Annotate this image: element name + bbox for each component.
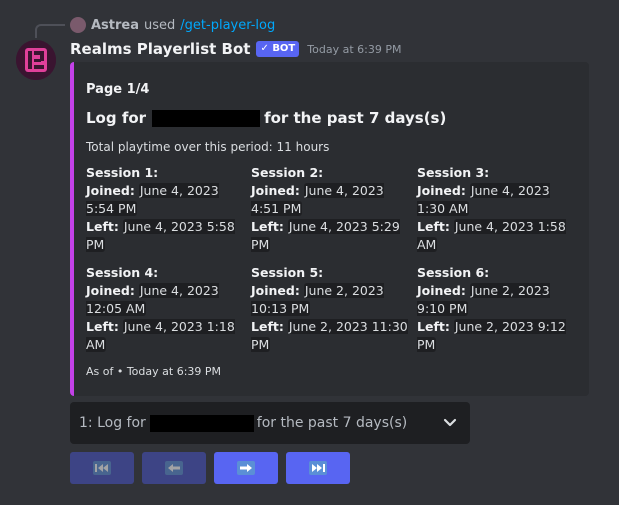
left-label: Left: <box>86 219 119 234</box>
left-label: Left: <box>251 219 284 234</box>
arrow-left-icon <box>165 461 183 475</box>
replied-user-avatar[interactable] <box>70 17 86 33</box>
session-name: Session 3: <box>417 165 490 180</box>
session-name: Session 1: <box>86 165 159 180</box>
previous-page-button[interactable] <box>142 452 206 484</box>
embed-title-prefix: Log for <box>86 109 147 127</box>
session-field: Session 3: Joined: June 4, 2023 1:30 AM … <box>417 164 575 254</box>
left-label: Left: <box>417 219 450 234</box>
bot-tag: ✓ BOT <box>256 41 300 57</box>
first-page-button[interactable] <box>70 452 134 484</box>
reply-context[interactable]: Astrea used /get-player-log <box>70 16 275 34</box>
log-embed: Page 1/4 Log for for the past 7 days(s) … <box>70 62 589 396</box>
joined-label: Joined: <box>251 183 300 198</box>
embed-title: Log for for the past 7 days(s) <box>86 109 446 127</box>
joined-label: Joined: <box>417 283 466 298</box>
last-page-button[interactable] <box>286 452 350 484</box>
bot-name[interactable]: Realms Playerlist Bot <box>70 40 250 58</box>
bot-logo-icon <box>16 40 56 80</box>
message-header: Realms Playerlist Bot ✓ BOT Today at 6:3… <box>70 38 401 60</box>
session-name: Session 2: <box>251 165 324 180</box>
session-field: Session 2: Joined: June 4, 2023 4:51 PM … <box>251 164 409 254</box>
embed-title-suffix: for the past 7 days(s) <box>264 109 447 127</box>
double-arrow-left-icon <box>93 461 111 475</box>
session-name: Session 4: <box>86 265 159 280</box>
select-prefix: 1: Log for <box>79 415 146 431</box>
left-label: Left: <box>86 319 119 334</box>
chevron-down-icon[interactable] <box>442 414 458 434</box>
left-label: Left: <box>417 319 450 334</box>
redacted-player-name <box>152 109 261 127</box>
redacted-player-name <box>149 414 254 432</box>
arrow-right-icon <box>237 461 255 475</box>
session-field: Session 4: Joined: June 4, 2023 12:05 AM… <box>86 264 244 354</box>
session-field: Session 5: Joined: June 2, 2023 10:13 PM… <box>251 264 409 354</box>
joined-label: Joined: <box>86 283 135 298</box>
bot-tag-label: BOT <box>272 43 296 54</box>
session-name: Session 5: <box>251 265 324 280</box>
embed-description: Total playtime over this period: 11 hour… <box>86 140 330 154</box>
log-select-menu[interactable]: 1: Log for for the past 7 days(s) <box>70 402 470 444</box>
reply-used-text: used <box>144 17 176 33</box>
select-suffix: for the past 7 days(s) <box>256 415 408 431</box>
session-field: Session 6: Joined: June 2, 2023 9:10 PM … <box>417 264 575 354</box>
joined-label: Joined: <box>251 283 300 298</box>
bot-avatar[interactable] <box>16 40 56 80</box>
verified-check-icon: ✓ <box>260 43 269 54</box>
session-name: Session 6: <box>417 265 490 280</box>
next-page-button[interactable] <box>214 452 278 484</box>
reply-command[interactable]: /get-player-log <box>180 18 275 33</box>
embed-footer: As of • Today at 6:39 PM <box>86 365 222 378</box>
joined-label: Joined: <box>86 183 135 198</box>
reply-connector <box>35 24 65 38</box>
embed-page-indicator: Page 1/4 <box>86 82 150 97</box>
joined-label: Joined: <box>417 183 466 198</box>
double-arrow-right-icon <box>309 461 327 475</box>
left-label: Left: <box>251 319 284 334</box>
replied-user-name[interactable]: Astrea <box>91 18 139 33</box>
session-field: Session 1: Joined: June 4, 2023 5:54 PM … <box>86 164 244 254</box>
message-timestamp[interactable]: Today at 6:39 PM <box>307 43 401 56</box>
